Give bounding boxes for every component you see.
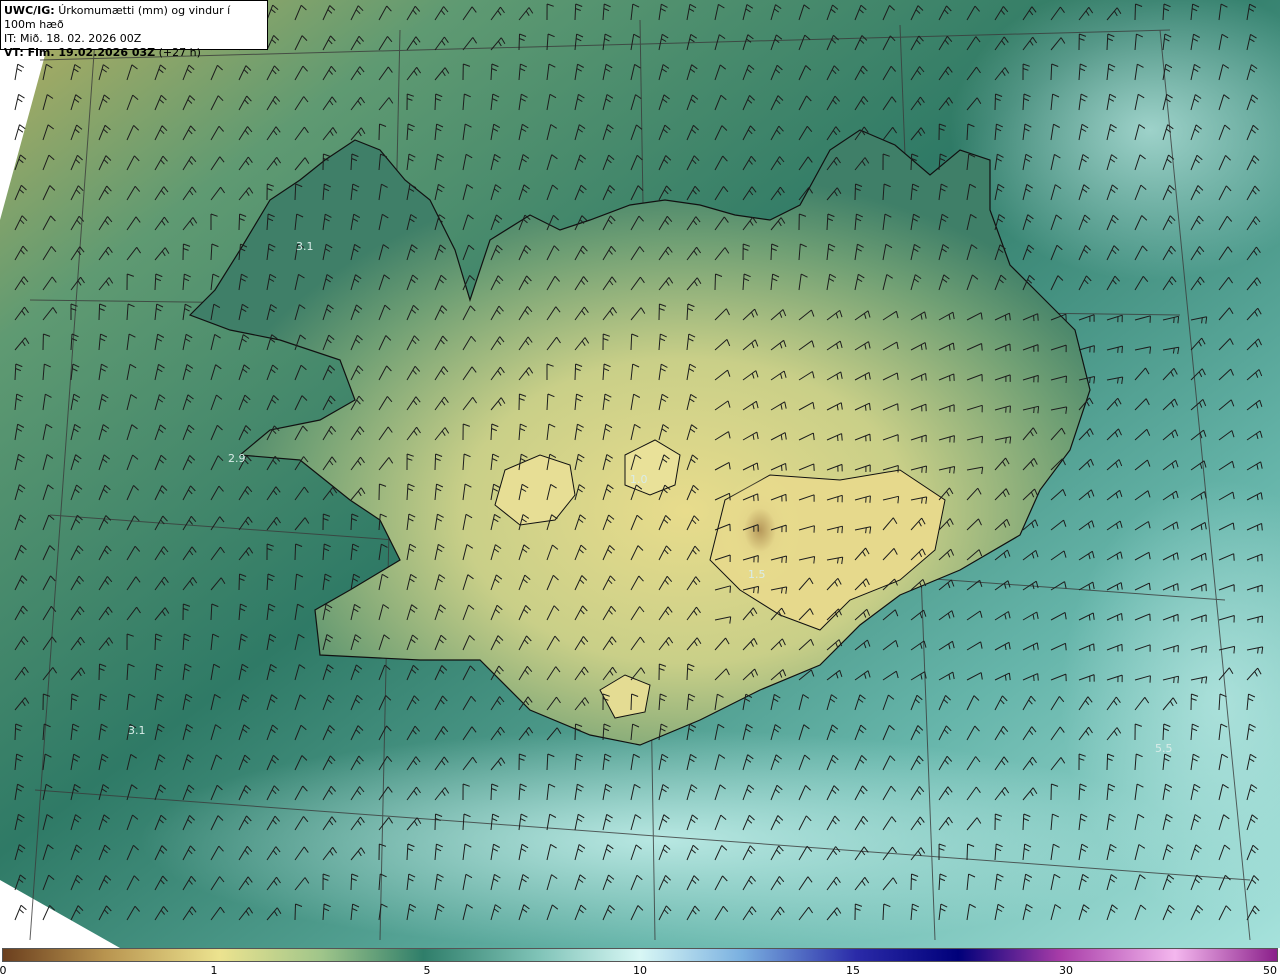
value-label-southeast-sea: 5.5 [1155,742,1173,755]
value-label-westfjords: 3.1 [296,240,314,253]
valid-time-label: VT: Fim. 19.02.2026 03Z [4,46,156,59]
value-label-hofsjokull: 1.0 [630,473,648,486]
colorbar-strip [2,948,1278,962]
colorbar-tick-0: 0 [0,964,7,977]
colorbar: 0 1 5 10 15 30 50 [0,948,1280,978]
value-label-snaefellsnes: 2.9 [228,452,246,465]
value-label-vatnajokull: 1.5 [748,568,766,581]
product-code: UWC/IG: [4,4,55,17]
colorbar-tick-5: 5 [423,964,431,977]
colorbar-tick-30: 30 [1059,964,1073,977]
product-info-box: UWC/IG: Úrkomumætti (mm) og vindur í 100… [0,0,268,59]
value-label-southwest-sea: 3.1 [128,724,146,737]
initial-time-label: IT: [4,32,17,45]
valid-time-offset: (+27 h) [158,46,201,59]
colorbar-tick-1: 1 [210,964,218,977]
colorbar-tick-15: 15 [846,964,860,977]
colorbar-tick-10: 10 [633,964,647,977]
initial-time-value: Mið. 18. 02. 2026 00Z [19,32,142,45]
colorbar-tick-50: 50 [1263,964,1277,977]
